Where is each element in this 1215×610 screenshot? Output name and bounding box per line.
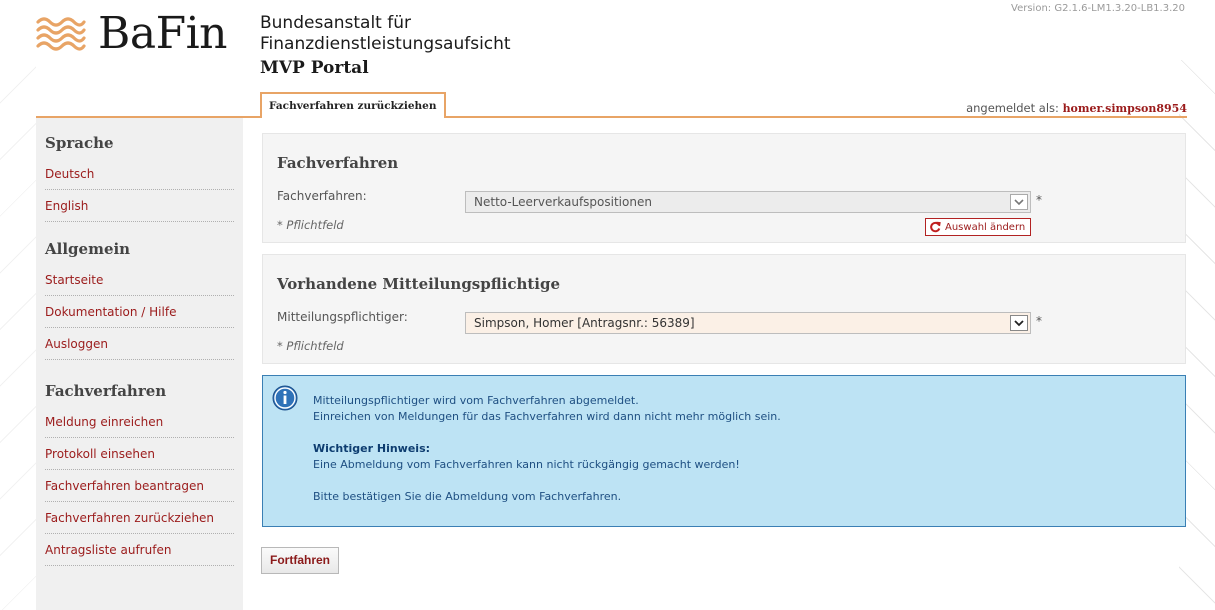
required-star: * [1036, 193, 1042, 207]
mitteilungspflichtige-panel: Vorhandene Mitteilungspflichtige Mitteil… [262, 254, 1186, 364]
background-hatch-left [0, 60, 36, 610]
logo-text: BaFin [98, 8, 228, 59]
refresh-icon [930, 221, 941, 233]
important-text: Eine Abmeldung vom Fachverfahren kann ni… [313, 458, 740, 471]
organization-name: Bundesanstalt für Finanzdienstleistungsa… [260, 13, 511, 55]
info-box: Mitteilungspflichtiger wird vom Fachverf… [262, 375, 1186, 527]
sidebar-heading-allgemein: Allgemein [45, 240, 131, 258]
portal-title: MVP Portal [260, 58, 369, 78]
organization-line-1: Bundesanstalt für [260, 13, 411, 33]
tab-fachverfahren-zurueckziehen[interactable]: Fachverfahren zurückziehen [260, 92, 446, 120]
sidebar-item-deutsch[interactable]: Deutsch [45, 158, 234, 190]
required-star: * [1036, 314, 1042, 328]
bafin-logo: BaFin [36, 8, 228, 59]
fachverfahren-select-value: Netto-Leerverkaufspositionen [474, 195, 652, 209]
organization-line-2: Finanzdienstleistungsaufsicht [260, 34, 511, 54]
info-icon [272, 385, 298, 411]
mitteilungspflichtiger-select[interactable]: Simpson, Homer [Antragsnr.: 56389] [465, 312, 1031, 334]
important-heading: Wichtiger Hinweis: [313, 442, 431, 455]
sidebar-heading-fachverfahren: Fachverfahren [45, 382, 167, 400]
sidebar-item-startseite[interactable]: Startseite [45, 264, 234, 296]
sidebar-item-ausloggen[interactable]: Ausloggen [45, 328, 234, 360]
sidebar-item-antragsliste[interactable]: Antragsliste aufrufen [45, 534, 234, 566]
sidebar-heading-sprache: Sprache [45, 134, 114, 152]
mitteilungspflichtige-title: Vorhandene Mitteilungspflichtige [277, 275, 561, 293]
logged-in-user: angemeldet als: homer.simpson8954 [966, 101, 1187, 115]
sidebar-item-meldung-einreichen[interactable]: Meldung einreichen [45, 406, 234, 438]
bafin-waves-icon [36, 17, 86, 51]
version-label: Version: G2.1.6-LM1.3.20-LB1.3.20 [1011, 3, 1185, 14]
change-selection-button[interactable]: Auswahl ändern [925, 218, 1032, 236]
logged-in-label: angemeldet als: [966, 101, 1059, 115]
continue-button[interactable]: Fortfahren [261, 547, 339, 574]
sidebar-item-fachverfahren-beantragen[interactable]: Fachverfahren beantragen [45, 470, 234, 502]
username-link[interactable]: homer.simpson8954 [1063, 102, 1187, 115]
sidebar-item-dokumentation[interactable]: Dokumentation / Hilfe [45, 296, 234, 328]
fachverfahren-select[interactable]: Netto-Leerverkaufspositionen [465, 191, 1031, 213]
sidebar-item-english[interactable]: English [45, 190, 234, 222]
info-text: Mitteilungspflichtiger wird vom Fachverf… [313, 393, 781, 505]
sidebar-item-protokoll-einsehen[interactable]: Protokoll einsehen [45, 438, 234, 470]
mitteilungspflichtiger-label: Mitteilungspflichtiger: [277, 310, 408, 324]
required-note: * Pflichtfeld [277, 339, 344, 353]
info-line-1: Mitteilungspflichtiger wird vom Fachverf… [313, 394, 639, 407]
info-line-2: Einreichen von Meldungen für das Fachver… [313, 410, 781, 423]
sidebar: Sprache Deutsch English Allgemein Starts… [36, 118, 243, 610]
confirm-text: Bitte bestätigen Sie die Abmeldung vom F… [313, 490, 622, 503]
sidebar-item-fachverfahren-zurueckziehen[interactable]: Fachverfahren zurückziehen [45, 502, 234, 534]
required-note: * Pflichtfeld [277, 218, 344, 232]
chevron-down-icon [1010, 315, 1028, 331]
change-selection-label: Auswahl ändern [945, 221, 1026, 233]
mitteilungspflichtiger-select-value: Simpson, Homer [Antragsnr.: 56389] [474, 316, 695, 330]
fachverfahren-label: Fachverfahren: [277, 189, 367, 203]
fachverfahren-title: Fachverfahren [277, 154, 399, 172]
fachverfahren-panel: Fachverfahren Fachverfahren: Netto-Leerv… [262, 133, 1186, 243]
chevron-down-icon [1010, 194, 1028, 210]
